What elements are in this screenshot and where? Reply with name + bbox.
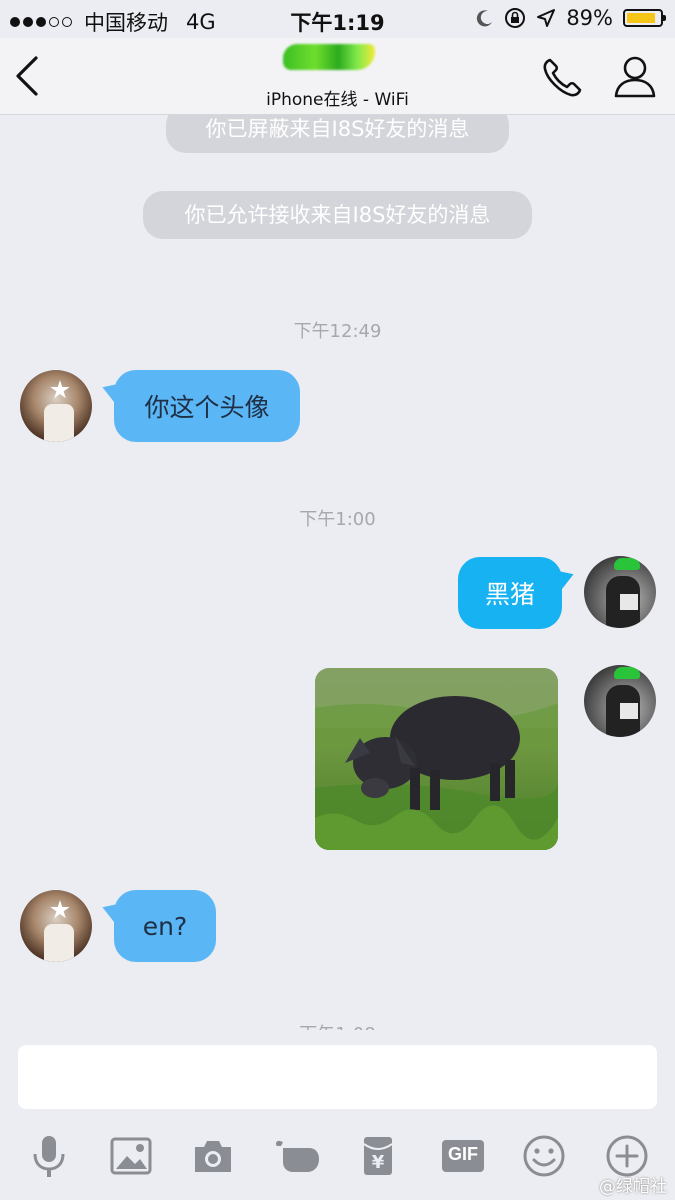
moon-icon [477, 10, 493, 27]
message-text: 你这个头像 [144, 393, 270, 422]
microphone-icon[interactable] [25, 1132, 73, 1180]
rotation-lock-icon [505, 8, 526, 28]
system-notice: 你已允许接收来自I8S好友的消息 [143, 191, 532, 239]
contact-avatar[interactable] [20, 370, 92, 442]
gif-label: GIF [448, 1144, 478, 1164]
status-right: 89% [476, 6, 666, 30]
message-timestamp: 下午12:49 [293, 321, 382, 342]
red-packet-icon[interactable]: ¥ [354, 1132, 402, 1180]
message-text: en? [142, 911, 188, 941]
gif-icon[interactable]: GIF [440, 1132, 488, 1180]
emoji-icon[interactable] [520, 1132, 568, 1180]
message-input[interactable] [18, 1045, 657, 1109]
contact-name-redacted [283, 44, 375, 70]
image-icon[interactable] [107, 1132, 155, 1180]
message-timestamp: 下午1:08 [0, 1020, 675, 1030]
outgoing-message[interactable]: 黑猪 [458, 557, 577, 629]
battery-percent: 89% [566, 6, 613, 30]
chat-messages[interactable]: 你已屏蔽来自I8S好友的消息 你已允许接收来自I8S好友的消息 下午12:49 … [0, 115, 675, 1030]
phone-icon[interactable] [540, 54, 586, 100]
chat-header: iPhone在线 - WiFi [0, 38, 675, 115]
black-pig-photo [315, 668, 558, 850]
yen-label: ¥ [371, 1152, 385, 1173]
message-text: 黑猪 [484, 580, 535, 609]
contact-avatar[interactable] [20, 890, 92, 962]
profile-icon[interactable] [612, 54, 658, 100]
composer: ¥ GIF [0, 1030, 675, 1200]
location-icon [537, 9, 556, 27]
image-message[interactable] [315, 668, 558, 850]
incoming-message[interactable]: en? [99, 890, 216, 962]
camera-icon[interactable] [189, 1132, 237, 1180]
message-timestamp: 下午1:00 [299, 509, 376, 530]
weibo-watermark: @绿帽社 [599, 1177, 667, 1197]
my-avatar[interactable] [584, 665, 656, 737]
hand-icon[interactable] [271, 1132, 323, 1180]
battery-icon [623, 9, 666, 27]
status-bar: 中国移动 4G 下午1:19 89% [0, 0, 675, 38]
incoming-message[interactable]: 你这个头像 [99, 370, 300, 442]
my-avatar[interactable] [584, 556, 656, 628]
system-notice: 你已屏蔽来自I8S好友的消息 [166, 115, 509, 153]
